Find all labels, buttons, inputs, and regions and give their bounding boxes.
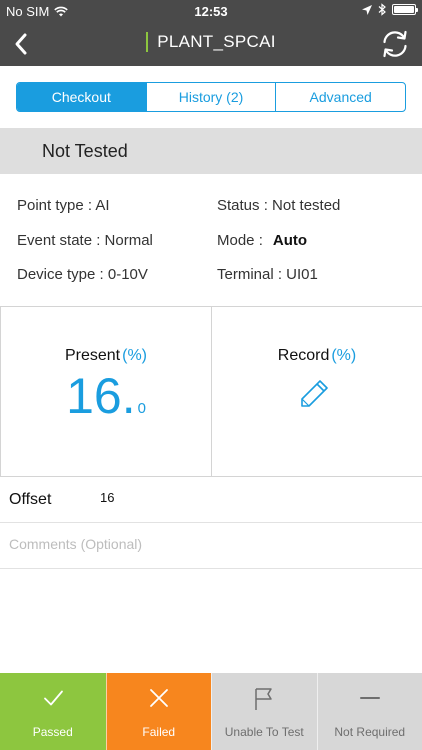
tab-checkout[interactable]: Checkout — [17, 83, 146, 111]
status-time: 12:53 — [194, 4, 228, 19]
record-label-text: Record — [277, 347, 330, 364]
unable-to-test-label: Unable To Test — [224, 725, 304, 739]
offset-value[interactable]: 16 — [100, 490, 380, 505]
battery-fill — [394, 6, 414, 13]
flag-icon — [212, 687, 317, 715]
offset-label: Offset — [9, 491, 52, 508]
point-status: Status : Not tested — [217, 197, 341, 214]
comments-input[interactable] — [9, 536, 409, 552]
title-accent-bar — [146, 32, 149, 52]
value-tiles: Present (%) 16. 0 Record (%) — [0, 306, 422, 477]
present-value-integer: 16 — [66, 368, 122, 424]
unable-to-test-button[interactable]: Unable To Test — [211, 673, 317, 750]
passed-button[interactable]: Passed — [0, 673, 106, 750]
mode-value: Auto — [272, 232, 308, 249]
point-type: Point type : AI — [17, 197, 110, 214]
comments-row — [0, 523, 422, 569]
device-type: Device type : 0-10V — [17, 266, 148, 283]
pencil-icon[interactable] — [299, 377, 331, 409]
present-value: 16. 0 — [1, 367, 211, 425]
record-unit: (%) — [331, 347, 357, 364]
nav-title: PLANT_SPCAI — [157, 32, 276, 51]
segmented-tabs: Checkout History (2) Advanced — [16, 82, 406, 112]
offset-row: Offset 16 — [0, 477, 422, 523]
not-required-label: Not Required — [334, 725, 406, 739]
present-label-text: Present — [64, 347, 121, 364]
mode: Mode : Auto — [217, 232, 307, 249]
bluetooth-icon — [378, 3, 386, 16]
minus-icon — [318, 687, 422, 715]
present-unit: (%) — [122, 347, 148, 364]
record-tile[interactable]: Record (%) — [211, 307, 422, 476]
tab-history[interactable]: History (2) — [145, 83, 276, 111]
record-label: Record (%) — [212, 347, 422, 365]
terminal: Terminal : UI01 — [217, 266, 318, 283]
event-state: Event state : Normal — [17, 232, 153, 249]
present-value-dot: . — [121, 368, 136, 424]
present-label: Present (%) — [1, 347, 211, 365]
nav-bar: PLANT_SPCAI — [0, 22, 422, 66]
x-icon — [107, 687, 212, 715]
sync-icon[interactable] — [378, 27, 412, 61]
mode-label: Mode : — [217, 232, 263, 249]
failed-button[interactable]: Failed — [105, 673, 212, 750]
check-icon — [0, 687, 106, 715]
present-value-decimal: 0 — [137, 400, 146, 417]
nav-title-wrap: PLANT_SPCAI — [0, 32, 422, 52]
location-arrow-icon — [362, 4, 372, 15]
present-tile: Present (%) 16. 0 — [0, 307, 211, 476]
status-bar: No SIM 12:53 — [0, 0, 422, 22]
result-actions: Passed Failed Unable To Test Not Require… — [0, 673, 422, 750]
tab-advanced[interactable]: Advanced — [275, 83, 405, 111]
battery-icon — [392, 4, 418, 15]
test-status-band: Not Tested — [0, 128, 422, 174]
not-required-button[interactable]: Not Required — [316, 673, 422, 750]
passed-label: Passed — [32, 725, 73, 739]
failed-label: Failed — [142, 725, 176, 739]
tabs-area: Checkout History (2) Advanced — [0, 66, 422, 128]
point-info: Point type : AI Status : Not tested Even… — [0, 174, 422, 306]
status-bar-right — [362, 3, 418, 16]
test-status-label: Not Tested — [42, 141, 128, 161]
